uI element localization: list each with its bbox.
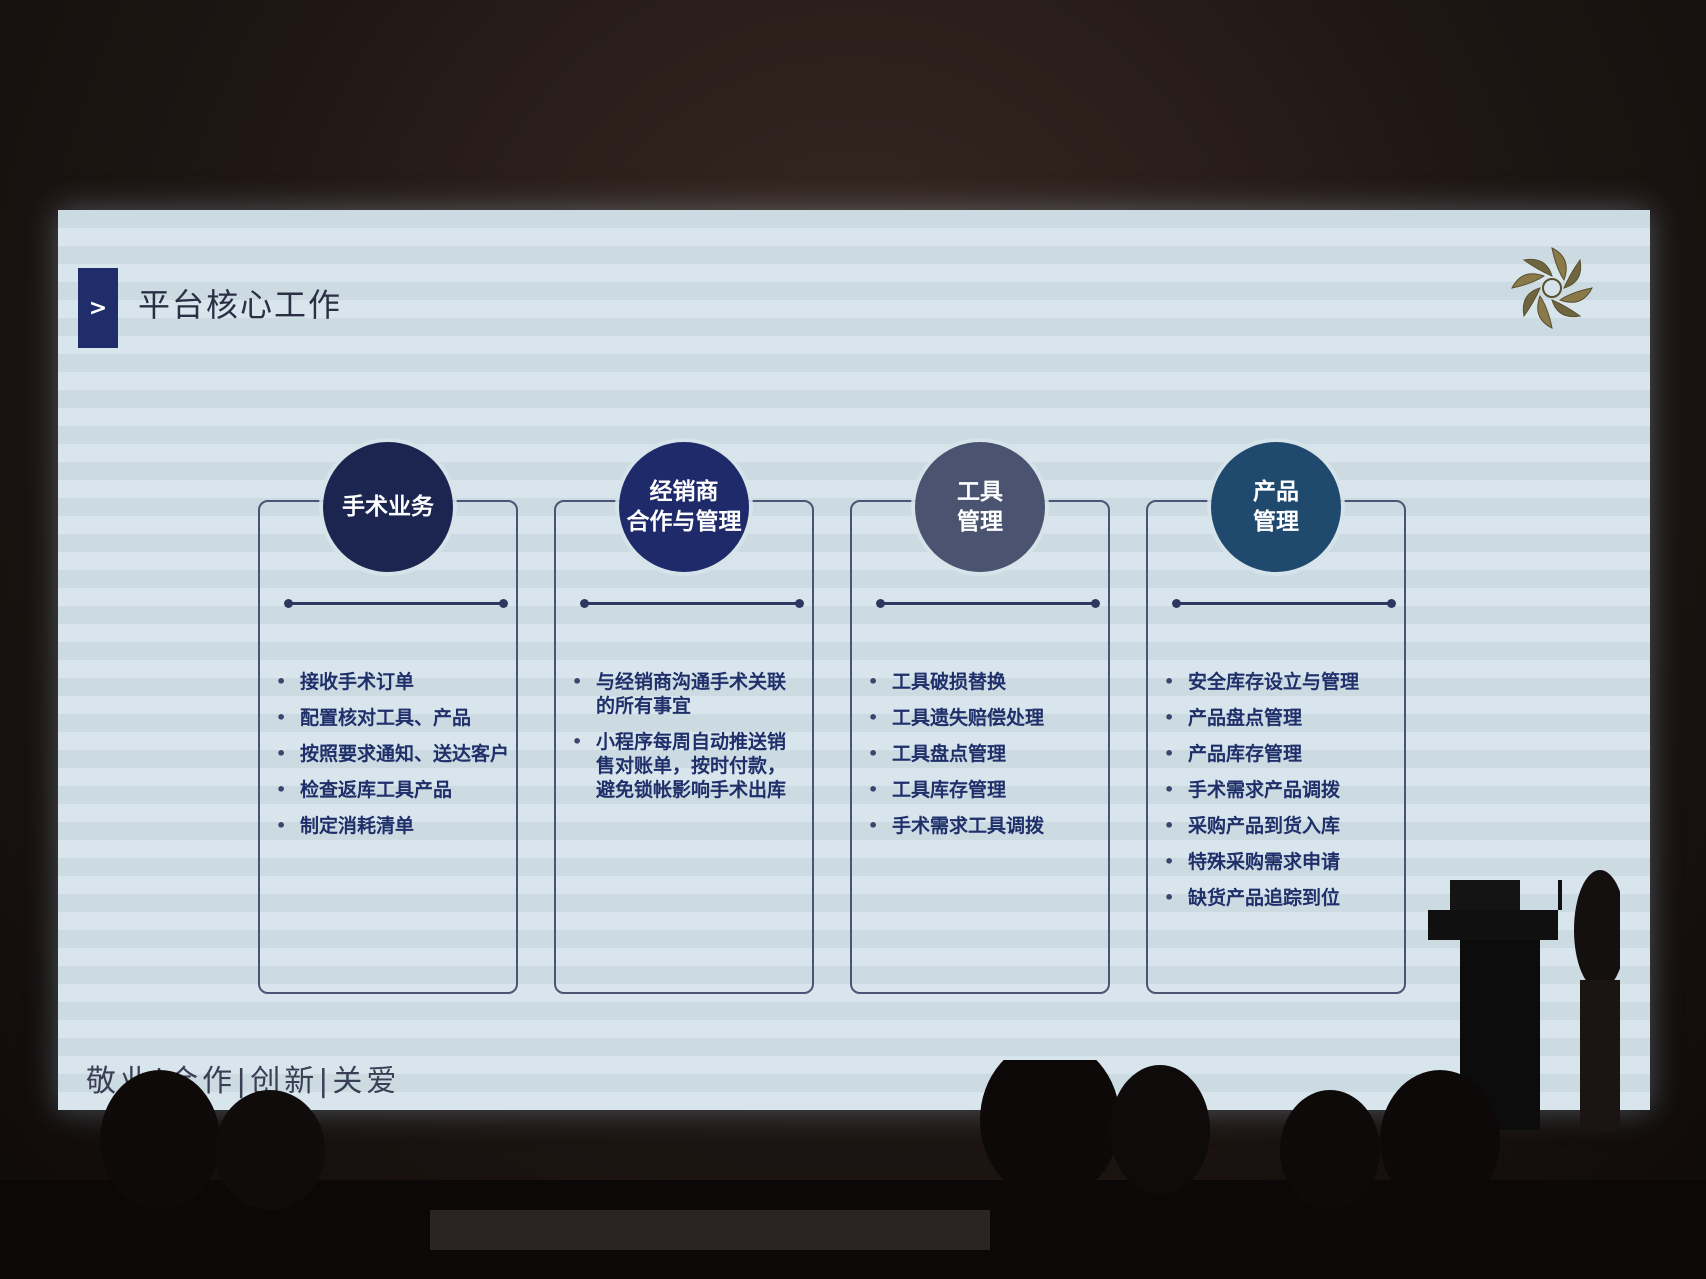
card-heading-circle: 工具 管理 [915, 442, 1045, 572]
card-heading-circle: 产品 管理 [1211, 442, 1341, 572]
divider-line [1172, 599, 1396, 608]
bullet-list: 安全库存设立与管理 产品盘点管理 产品库存管理 手术需求产品调拨 采购产品到货入… [1162, 670, 1400, 922]
chevron-right-icon: > [78, 268, 118, 348]
projection-screen: > 平台核心工作 手术业务 接收手术订单 配置核对工具、产品 按照要求通知、送达… [58, 210, 1650, 1110]
list-item: 与经销商沟通手术关联 的所有事宜 [570, 670, 808, 718]
bullet-list: 接收手术订单 配置核对工具、产品 按照要求通知、送达客户 检查返库工具产品 制定… [274, 670, 512, 850]
divider-line [580, 599, 804, 608]
list-item: 工具遗失赔偿处理 [866, 706, 1104, 730]
divider-line [876, 599, 1100, 608]
list-item: 手术需求工具调拨 [866, 814, 1104, 838]
card-product-management: 产品 管理 安全库存设立与管理 产品盘点管理 产品库存管理 手术需求产品调拨 采… [1146, 442, 1406, 994]
list-item: 制定消耗清单 [274, 814, 512, 838]
divider-line [284, 599, 508, 608]
card-heading-circle: 手术业务 [323, 442, 453, 572]
bullet-list: 与经销商沟通手术关联 的所有事宜 小程序每周自动推送销 售对账单，按时付款， 避… [570, 670, 808, 814]
list-item: 产品盘点管理 [1162, 706, 1400, 730]
list-item: 工具盘点管理 [866, 742, 1104, 766]
list-item: 检查返库工具产品 [274, 778, 512, 802]
list-item: 工具破损替换 [866, 670, 1104, 694]
list-item: 特殊采购需求申请 [1162, 850, 1400, 874]
list-item: 工具库存管理 [866, 778, 1104, 802]
list-item: 安全库存设立与管理 [1162, 670, 1400, 694]
conference-photo: > 平台核心工作 手术业务 接收手术订单 配置核对工具、产品 按照要求通知、送达… [0, 0, 1706, 1279]
pinwheel-logo-icon [1511, 247, 1593, 329]
slide-title: 平台核心工作 [138, 286, 343, 324]
list-item: 按照要求通知、送达客户 [274, 742, 512, 766]
list-item: 采购产品到货入库 [1162, 814, 1400, 838]
bullet-list: 工具破损替换 工具遗失赔偿处理 工具盘点管理 工具库存管理 手术需求工具调拨 [866, 670, 1104, 850]
list-item: 手术需求产品调拨 [1162, 778, 1400, 802]
card-dealer-management: 经销商 合作与管理 与经销商沟通手术关联 的所有事宜 小程序每周自动推送销 售对… [554, 442, 814, 994]
card-heading-circle: 经销商 合作与管理 [619, 442, 749, 572]
list-item: 配置核对工具、产品 [274, 706, 512, 730]
list-item: 接收手术订单 [274, 670, 512, 694]
list-item: 产品库存管理 [1162, 742, 1400, 766]
list-item: 小程序每周自动推送销 售对账单，按时付款， 避免锁帐影响手术出库 [570, 730, 808, 802]
list-item: 缺货产品追踪到位 [1162, 886, 1400, 910]
audience-silhouettes [0, 1060, 1706, 1279]
card-surgery-business: 手术业务 接收手术订单 配置核对工具、产品 按照要求通知、送达客户 检查返库工具… [258, 442, 518, 994]
card-tool-management: 工具 管理 工具破损替换 工具遗失赔偿处理 工具盘点管理 工具库存管理 手术需求… [850, 442, 1110, 994]
